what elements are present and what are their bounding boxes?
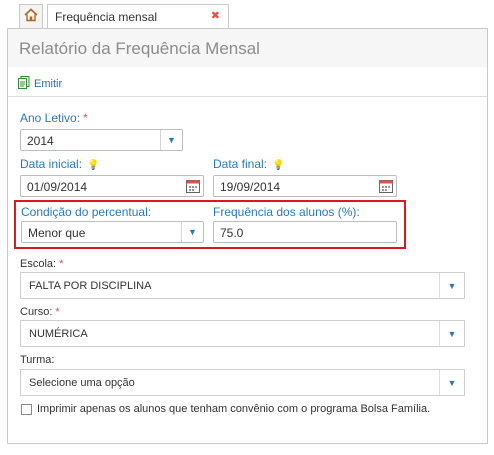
data-final-value: 19/09/2014 <box>220 180 281 194</box>
turma-value: Selecione uma opção <box>29 377 135 389</box>
bolsa-familia-label: Imprimir apenas os alunos que tenham con… <box>37 403 431 415</box>
turma-label: Turma: <box>20 354 55 366</box>
calendar-icon[interactable] <box>185 178 201 194</box>
data-inicial-label-text: Data inicial: <box>20 157 83 171</box>
home-tab[interactable] <box>19 4 43 28</box>
frequencia-value: 75.0 <box>220 226 244 240</box>
condicao-label: Condição do percentual: <box>21 205 152 219</box>
close-icon[interactable]: ✖ <box>211 9 220 22</box>
document-icon <box>18 76 30 92</box>
ano-letivo-label-text: Ano Letivo: <box>20 111 81 125</box>
curso-label-text: Curso: <box>20 306 53 318</box>
chevron-down-icon[interactable]: ▼ <box>439 321 464 346</box>
turma-select[interactable]: Selecione uma opção ▼ <box>20 369 465 396</box>
data-final-label-text: Data final: <box>213 157 268 171</box>
tab-frequencia-mensal[interactable]: Frequência mensal ✖ <box>47 4 229 29</box>
data-inicial-label: Data inicial: 💡 <box>20 157 99 171</box>
report-panel: Relatório da Frequência Mensal Emitir An… <box>7 28 488 444</box>
curso-label: Curso: * <box>20 306 60 318</box>
bolsa-familia-checkbox[interactable] <box>21 403 32 415</box>
chevron-down-icon[interactable]: ▼ <box>439 370 464 395</box>
chevron-down-icon[interactable]: ▼ <box>439 273 464 298</box>
toolbar: Emitir <box>8 67 487 97</box>
bolsa-familia-option: Imprimir apenas os alunos que tenham con… <box>21 403 430 415</box>
condicao-select[interactable]: Menor que ▼ <box>21 221 204 243</box>
escola-label: Escola: * <box>20 258 63 270</box>
data-final-label: Data final: 💡 <box>213 157 284 171</box>
data-inicial-input[interactable]: 01/09/2014 <box>20 175 204 197</box>
frequencia-input[interactable]: 75.0 <box>213 221 397 243</box>
tab-bar: Frequência mensal ✖ <box>0 0 494 29</box>
data-inicial-value: 01/09/2014 <box>27 180 88 194</box>
ano-letivo-select[interactable]: 2014 ▼ <box>20 129 183 151</box>
lightbulb-icon: 💡 <box>272 160 285 171</box>
emit-button[interactable]: Emitir <box>18 76 62 92</box>
frequencia-label: Frequência dos alunos (%): <box>213 205 360 219</box>
curso-value: NUMÉRICA <box>29 328 88 340</box>
condicao-value: Menor que <box>28 226 86 240</box>
required-marker: * <box>83 111 88 125</box>
data-final-input[interactable]: 19/09/2014 <box>213 175 397 197</box>
chevron-down-icon[interactable]: ▼ <box>181 222 203 242</box>
panel-header: Relatório da Frequência Mensal <box>8 29 487 67</box>
tab-label: Frequência mensal <box>55 10 158 24</box>
ano-letivo-value: 2014 <box>27 134 54 148</box>
emit-label: Emitir <box>34 78 63 90</box>
ano-letivo-label: Ano Letivo: * <box>20 111 88 125</box>
escola-select[interactable]: FALTA POR DISCIPLINA ▼ <box>20 272 465 299</box>
required-marker: * <box>59 258 64 270</box>
home-icon <box>24 8 38 25</box>
page-title: Relatório da Frequência Mensal <box>19 39 260 58</box>
required-marker: * <box>55 306 60 318</box>
escola-value: FALTA POR DISCIPLINA <box>29 280 152 292</box>
chevron-down-icon[interactable]: ▼ <box>160 130 182 150</box>
escola-label-text: Escola: <box>20 258 57 270</box>
curso-select[interactable]: NUMÉRICA ▼ <box>20 320 465 347</box>
calendar-icon[interactable] <box>378 178 394 194</box>
lightbulb-icon: 💡 <box>87 160 100 171</box>
